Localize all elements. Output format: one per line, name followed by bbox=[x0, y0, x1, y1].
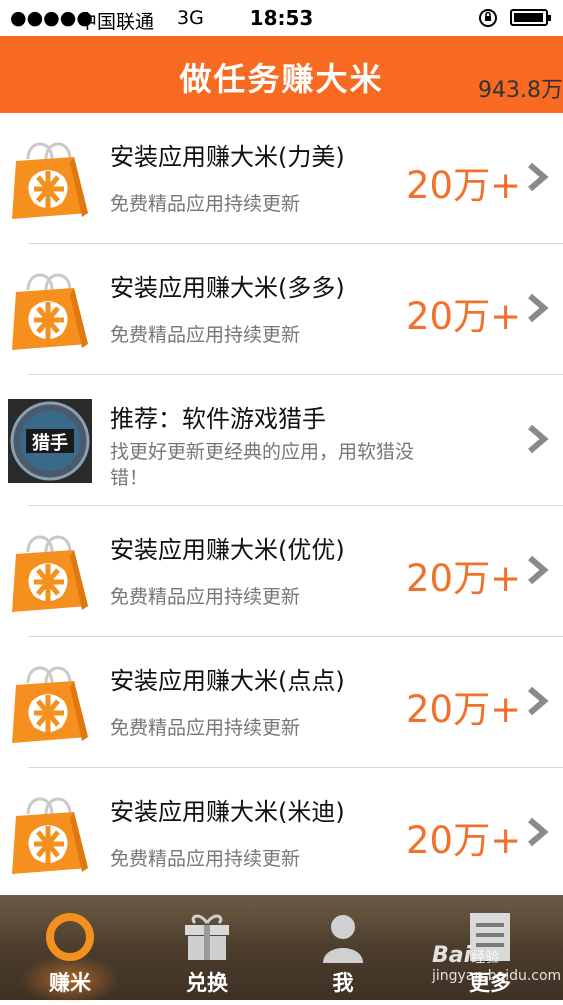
chevron-right-icon bbox=[528, 424, 549, 454]
shopping-bag-icon bbox=[12, 142, 88, 219]
task-row-youyou[interactable]: 安装应用赚大米(优优) 免费精品应用持续更新 20万+ bbox=[0, 506, 563, 637]
task-reward: 20万+ bbox=[406, 295, 522, 338]
shopping-bag-icon bbox=[12, 535, 88, 612]
task-title: 安装应用赚大米(力美) bbox=[110, 143, 345, 171]
shopping-bag-icon bbox=[12, 273, 88, 350]
task-reward: 20万+ bbox=[406, 557, 522, 600]
watermark-brand-suffix: 经验 bbox=[471, 950, 500, 966]
task-reward: 20万+ bbox=[406, 164, 522, 207]
rice-balance: 943.8万 bbox=[478, 78, 563, 103]
watermark-site: jingyan.baidu.com bbox=[432, 968, 562, 984]
watermark: Bai经验 jingyan.baidu.com bbox=[432, 943, 561, 984]
chevron-right-icon bbox=[528, 817, 549, 847]
task-description: 免费精品应用持续更新 bbox=[110, 324, 301, 346]
task-description: 免费精品应用持续更新 bbox=[110, 193, 301, 215]
tab-label: 我 bbox=[332, 971, 354, 995]
chevron-right-icon bbox=[528, 162, 549, 192]
tab-earn-rice[interactable]: 赚米 bbox=[0, 895, 140, 1005]
game-hunter-icon: 猎手 bbox=[8, 399, 92, 483]
tab-label: 赚米 bbox=[49, 971, 91, 995]
task-row-midi[interactable]: 安装应用赚大米(米迪) 免费精品应用持续更新 20万+ bbox=[0, 768, 563, 899]
tab-redeem[interactable]: 兑换 bbox=[137, 895, 277, 1000]
tab-bar: 赚米 兑换 我 更多 Bai经验 jingyan.baidu.com bbox=[0, 895, 563, 1005]
task-description: 找更好更新更经典的应用，用软猎没错！ bbox=[110, 441, 415, 489]
gift-icon bbox=[185, 914, 229, 960]
task-row-duoduo[interactable]: 安装应用赚大米(多多) 免费精品应用持续更新 20万+ bbox=[0, 244, 563, 375]
battery-icon bbox=[510, 9, 551, 26]
ring-icon bbox=[46, 913, 94, 961]
rotation-lock-icon bbox=[479, 9, 497, 27]
task-row-game-hunter[interactable]: 猎手 推荐：软件游戏猎手 找更好更新更经典的应用，用软猎没错！ bbox=[0, 375, 563, 506]
shopping-bag-icon bbox=[12, 797, 88, 874]
task-title: 安装应用赚大米(优优) bbox=[110, 536, 345, 564]
nav-bar: 做任务赚大米 943.8万 bbox=[0, 36, 563, 113]
shopping-bag-icon bbox=[12, 666, 88, 743]
tab-me[interactable]: 我 bbox=[273, 895, 413, 1000]
task-description: 免费精品应用持续更新 bbox=[110, 717, 301, 739]
svg-text:猎手: 猎手 bbox=[32, 432, 68, 454]
user-icon bbox=[323, 915, 363, 963]
task-title: 推荐：软件游戏猎手 bbox=[110, 405, 326, 433]
task-title: 安装应用赚大米(米迪) bbox=[110, 798, 345, 826]
watermark-brand: Bai bbox=[432, 943, 472, 968]
task-row-diandian[interactable]: 安装应用赚大米(点点) 免费精品应用持续更新 20万+ bbox=[0, 637, 563, 768]
task-title: 安装应用赚大米(多多) bbox=[110, 274, 345, 302]
chevron-right-icon bbox=[528, 555, 549, 585]
status-bar: ●●●●● 中国联通 3G 18:53 bbox=[0, 0, 563, 36]
chevron-right-icon bbox=[528, 293, 549, 323]
tab-label: 兑换 bbox=[186, 971, 228, 995]
task-row-limei[interactable]: 安装应用赚大米(力美) 免费精品应用持续更新 20万+ bbox=[0, 113, 563, 244]
task-description: 免费精品应用持续更新 bbox=[110, 848, 301, 870]
chevron-right-icon bbox=[528, 686, 549, 716]
task-reward: 20万+ bbox=[406, 688, 522, 731]
task-description: 免费精品应用持续更新 bbox=[110, 586, 301, 608]
task-reward: 20万+ bbox=[406, 819, 522, 862]
task-title: 安装应用赚大米(点点) bbox=[110, 667, 345, 695]
